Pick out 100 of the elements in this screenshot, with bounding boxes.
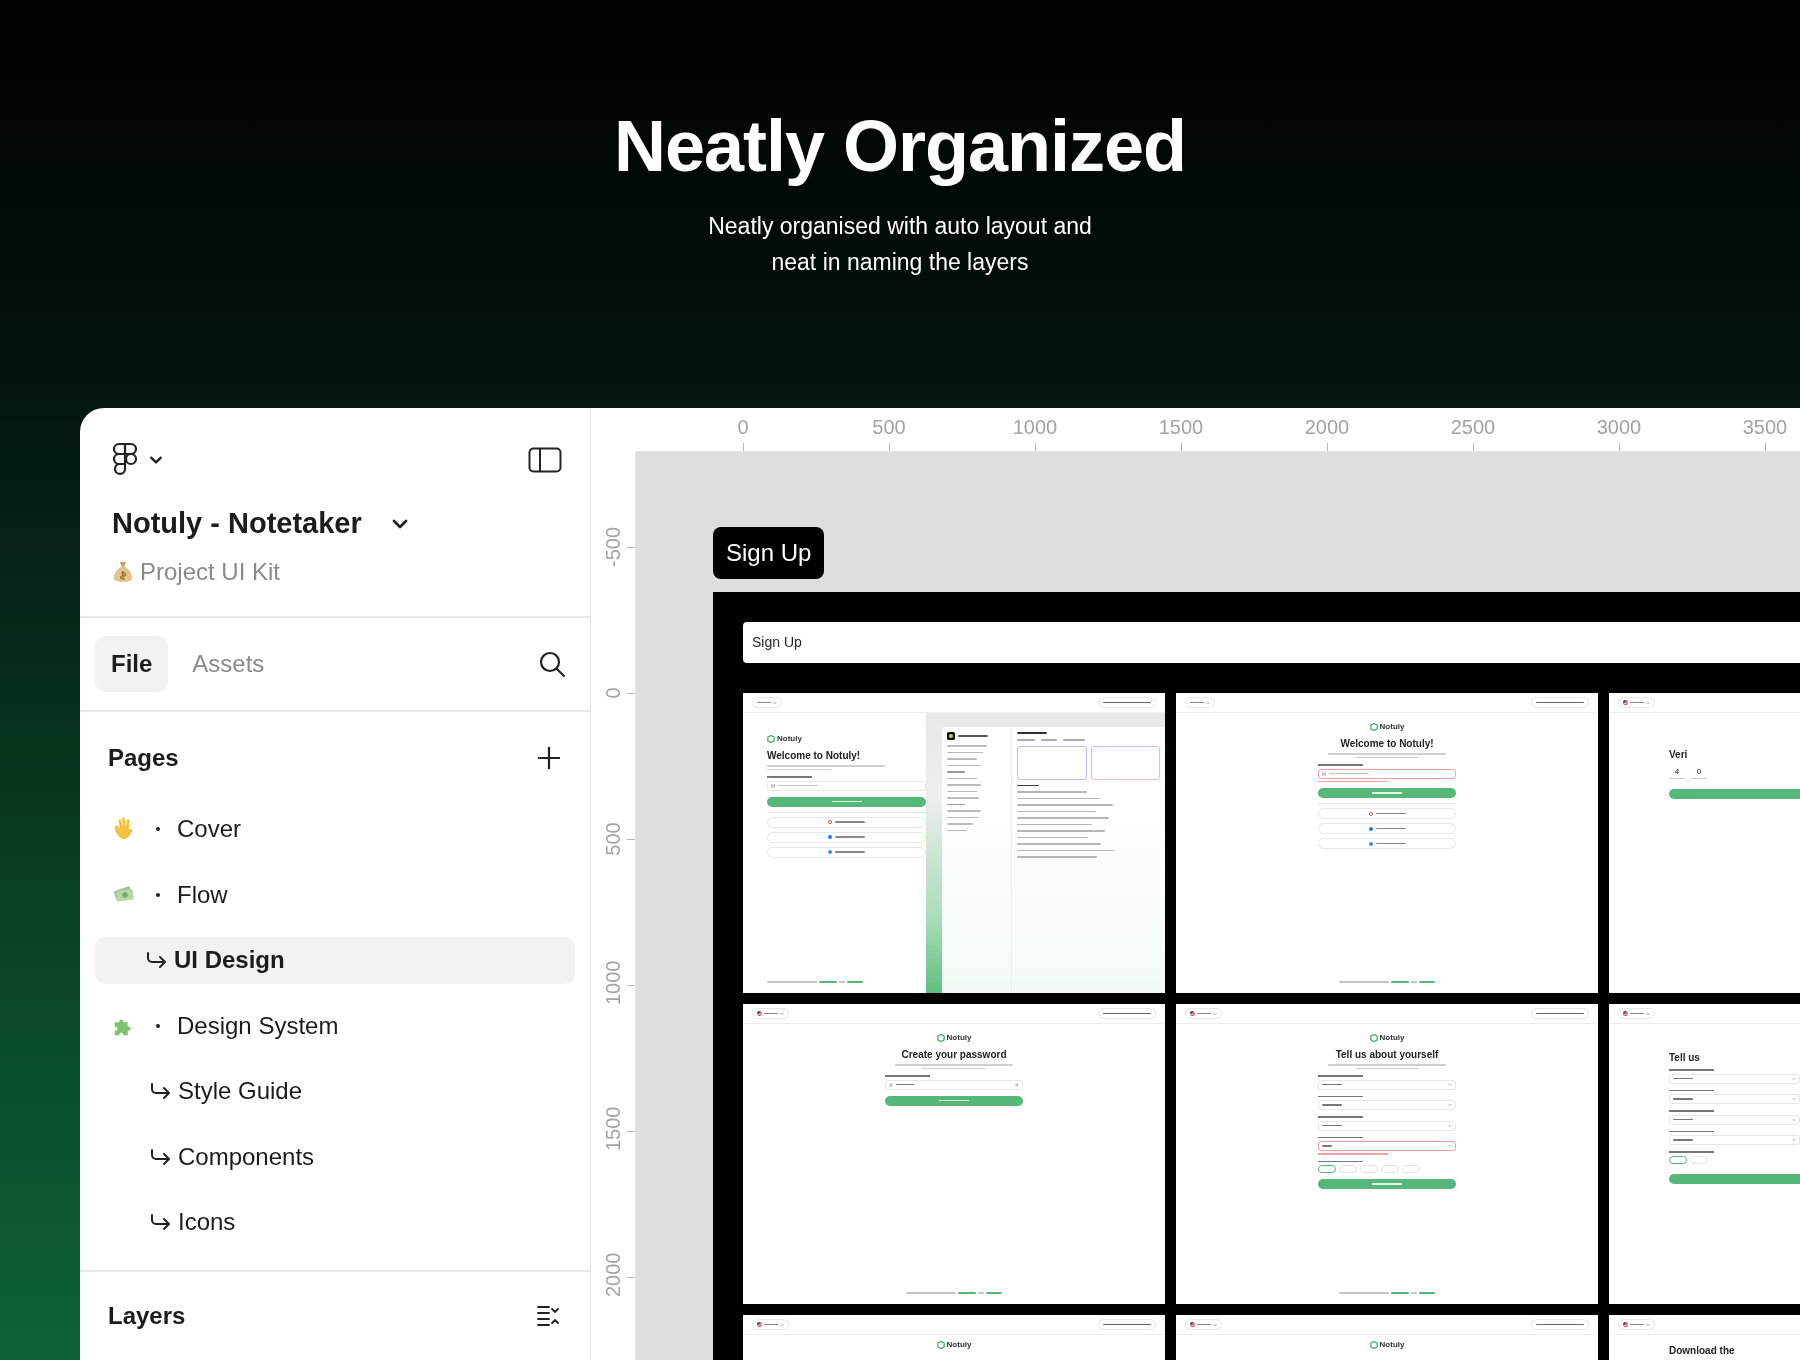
ruler-label: 2000 (1304, 415, 1350, 440)
google-icon (1368, 811, 1373, 816)
language-selector[interactable] (1185, 697, 1215, 708)
language-selector[interactable] (1618, 1008, 1655, 1019)
money-bag-icon (112, 559, 134, 584)
chevron-down-icon (1792, 1138, 1796, 1142)
collapse-layers-icon[interactable] (536, 1304, 562, 1328)
account-button[interactable] (1531, 697, 1589, 708)
flag-icon (1623, 700, 1628, 705)
account-button[interactable] (1531, 1319, 1589, 1330)
language-selector[interactable] (1618, 697, 1655, 708)
figma-logo-icon[interactable] (112, 442, 138, 478)
social-sign-in-button[interactable] (1318, 823, 1456, 834)
ruler-label: 1500 (1158, 415, 1204, 440)
return-arrow-icon (149, 1146, 171, 1167)
chevron-down-icon (1448, 1144, 1452, 1148)
language-selector[interactable] (1618, 1319, 1655, 1330)
language-selector[interactable] (752, 1008, 789, 1019)
select-field[interactable] (1318, 1141, 1456, 1151)
flag-icon (757, 1011, 762, 1016)
project-name: Project UI Kit (140, 556, 281, 587)
language-selector[interactable] (1185, 1008, 1222, 1019)
hexagon-logo-icon (1369, 1341, 1378, 1349)
ruler-label: 3500 (1742, 415, 1788, 440)
language-selector[interactable] (1185, 1319, 1222, 1330)
primary-button[interactable] (1669, 788, 1800, 799)
account-button[interactable] (1531, 1008, 1589, 1019)
option-chip[interactable] (1318, 1165, 1336, 1173)
account-button[interactable] (1098, 1008, 1156, 1019)
outlook-icon (1368, 841, 1373, 846)
flag-icon (1190, 1011, 1195, 1016)
primary-button[interactable] (885, 1095, 1023, 1106)
primary-button[interactable] (1318, 788, 1456, 798)
page-item[interactable]: Icons (95, 1198, 575, 1246)
flag-icon (757, 1322, 762, 1327)
file-title: Notuly - Notetaker (112, 506, 362, 541)
primary-button[interactable] (767, 796, 926, 807)
google-icon (828, 820, 832, 824)
plus-icon[interactable] (536, 744, 562, 771)
hexagon-logo-icon (936, 1034, 945, 1042)
return-arrow-icon (149, 1081, 171, 1102)
page-item[interactable]: Flow (95, 871, 575, 919)
facebook-icon (1368, 826, 1373, 831)
bullet-icon (156, 1023, 160, 1028)
hexagon-logo-icon (936, 1341, 945, 1349)
section-heading: Pages (108, 742, 179, 773)
lock-icon (889, 1082, 893, 1087)
social-sign-in-button[interactable] (767, 846, 926, 858)
brand-name: Notuly (1379, 723, 1405, 731)
return-arrow-icon (149, 1212, 171, 1233)
brand-name: Notuly (946, 1341, 972, 1349)
primary-button[interactable] (1318, 1179, 1456, 1189)
section-heading: Layers (108, 1301, 186, 1331)
account-button[interactable] (1098, 697, 1156, 708)
page-item[interactable]: Cover (95, 805, 575, 853)
page-item[interactable]: UI Design (95, 936, 575, 984)
language-selector[interactable] (752, 1319, 789, 1330)
option-chip[interactable] (1669, 1155, 1687, 1164)
section-label[interactable]: Sign Up (713, 527, 825, 579)
frame-title: Sign Up (743, 622, 1800, 663)
mail-icon (1322, 771, 1326, 776)
screen-heading: Welcome to Notuly! (767, 750, 862, 761)
page-item[interactable]: Style Guide (95, 1067, 575, 1115)
outlook-icon (828, 850, 832, 854)
brand-name: Notuly (1379, 1034, 1405, 1042)
screen-heading: Tell us (1669, 1052, 1701, 1063)
hexagon-logo-icon (767, 735, 775, 743)
brand-name: Notuly (946, 1034, 972, 1042)
sidebar-toggle-icon[interactable] (528, 447, 562, 473)
screen-heading: Tell us about yourself (1334, 1049, 1440, 1060)
chevron-down-icon (1792, 1097, 1796, 1101)
primary-button[interactable] (1669, 1173, 1800, 1184)
social-sign-in-button[interactable] (1318, 838, 1456, 849)
hero-subtitle: Neatly organised with auto layout and neat in naming the layers (708, 212, 1092, 277)
bullet-icon (156, 827, 160, 832)
brand-name: Notuly (1379, 1341, 1405, 1349)
language-selector[interactable] (752, 697, 782, 708)
search-icon[interactable] (538, 649, 566, 678)
return-arrow-icon (145, 950, 167, 971)
ruler-label: -500 (601, 527, 625, 567)
chevron-down-icon (1448, 1103, 1452, 1107)
ruler-label: 0 (737, 415, 749, 440)
code-digit-field[interactable]: 4 (1669, 768, 1685, 779)
account-button[interactable] (1098, 1319, 1156, 1330)
ruler-label: 500 (872, 415, 906, 440)
panel-tab[interactable]: File (95, 635, 169, 692)
social-sign-in-button[interactable] (1318, 808, 1456, 819)
social-sign-in-button[interactable] (767, 831, 926, 843)
hexagon-logo-icon (1369, 723, 1378, 731)
ruler-label: 0 (601, 686, 625, 701)
mail-icon (771, 783, 775, 788)
screen-heading: Download the (1669, 1345, 1736, 1356)
page-item[interactable]: Components (95, 1133, 575, 1181)
page-item[interactable]: Design System (95, 1002, 575, 1050)
code-digit-field[interactable]: 0 (1691, 768, 1707, 779)
social-sign-in-button[interactable] (767, 816, 926, 828)
ruler-label: 500 (601, 821, 625, 858)
ruler-label: 3000 (1596, 415, 1642, 440)
input-field[interactable] (1318, 768, 1456, 779)
ruler-label: 2500 (1450, 415, 1496, 440)
